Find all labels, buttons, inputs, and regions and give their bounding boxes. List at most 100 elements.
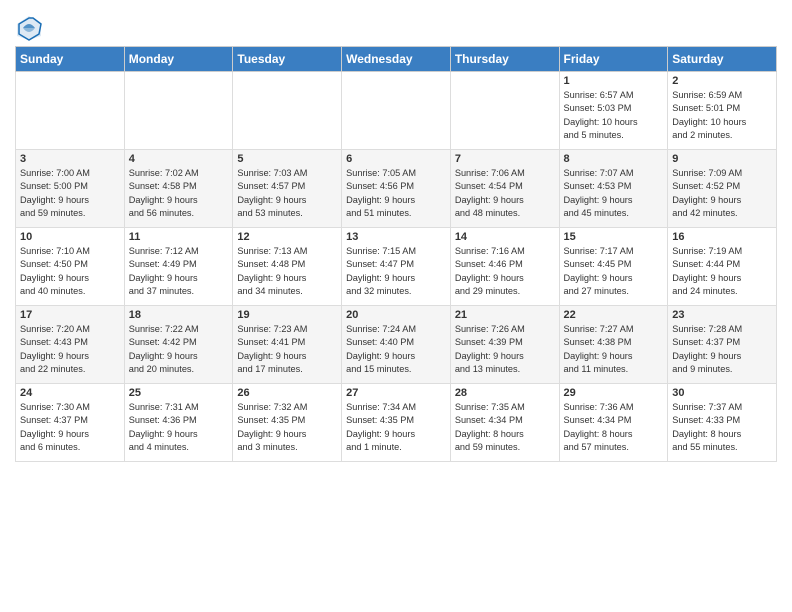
week-row-5: 24 Sunrise: 7:30 AM Sunset: 4:37 PM Dayli… <box>16 384 777 462</box>
calendar-cell: 10 Sunrise: 7:10 AM Sunset: 4:50 PM Dayli… <box>16 228 125 306</box>
main-container: SundayMondayTuesdayWednesdayThursdayFrid… <box>0 0 792 470</box>
day-info: Sunrise: 7:09 AM Sunset: 4:52 PM Dayligh… <box>672 167 772 220</box>
logo-icon <box>15 14 43 42</box>
day-info: Sunrise: 7:22 AM Sunset: 4:42 PM Dayligh… <box>129 323 229 376</box>
calendar-cell <box>342 72 451 150</box>
weekday-header-row: SundayMondayTuesdayWednesdayThursdayFrid… <box>16 47 777 72</box>
calendar-cell: 5 Sunrise: 7:03 AM Sunset: 4:57 PM Daylig… <box>233 150 342 228</box>
day-number: 26 <box>237 387 337 399</box>
day-number: 13 <box>346 231 446 243</box>
day-info: Sunrise: 7:27 AM Sunset: 4:38 PM Dayligh… <box>564 323 664 376</box>
day-number: 7 <box>455 153 555 165</box>
day-info: Sunrise: 7:34 AM Sunset: 4:35 PM Dayligh… <box>346 401 446 454</box>
day-info: Sunrise: 7:02 AM Sunset: 4:58 PM Dayligh… <box>129 167 229 220</box>
day-info: Sunrise: 7:15 AM Sunset: 4:47 PM Dayligh… <box>346 245 446 298</box>
day-number: 17 <box>20 309 120 321</box>
calendar-cell: 25 Sunrise: 7:31 AM Sunset: 4:36 PM Dayli… <box>124 384 233 462</box>
calendar-cell: 7 Sunrise: 7:06 AM Sunset: 4:54 PM Daylig… <box>450 150 559 228</box>
day-number: 24 <box>20 387 120 399</box>
calendar-cell: 23 Sunrise: 7:28 AM Sunset: 4:37 PM Dayli… <box>668 306 777 384</box>
day-number: 12 <box>237 231 337 243</box>
day-info: Sunrise: 7:30 AM Sunset: 4:37 PM Dayligh… <box>20 401 120 454</box>
day-number: 19 <box>237 309 337 321</box>
calendar-cell: 1 Sunrise: 6:57 AM Sunset: 5:03 PM Daylig… <box>559 72 668 150</box>
day-number: 22 <box>564 309 664 321</box>
day-info: Sunrise: 7:03 AM Sunset: 4:57 PM Dayligh… <box>237 167 337 220</box>
calendar-cell: 13 Sunrise: 7:15 AM Sunset: 4:47 PM Dayli… <box>342 228 451 306</box>
day-number: 8 <box>564 153 664 165</box>
calendar-cell: 28Sunrise: 7:35 AM Sunset: 4:34 PM Dayli… <box>450 384 559 462</box>
day-number: 25 <box>129 387 229 399</box>
day-info: Sunrise: 7:36 AM Sunset: 4:34 PM Dayligh… <box>564 401 664 454</box>
calendar-cell: 14Sunrise: 7:16 AM Sunset: 4:46 PM Dayli… <box>450 228 559 306</box>
day-info: Sunrise: 6:59 AM Sunset: 5:01 PM Dayligh… <box>672 89 772 142</box>
day-number: 6 <box>346 153 446 165</box>
week-row-1: 1 Sunrise: 6:57 AM Sunset: 5:03 PM Daylig… <box>16 72 777 150</box>
day-info: Sunrise: 7:24 AM Sunset: 4:40 PM Dayligh… <box>346 323 446 376</box>
weekday-header-tuesday: Tuesday <box>233 47 342 72</box>
day-info: Sunrise: 6:57 AM Sunset: 5:03 PM Dayligh… <box>564 89 664 142</box>
week-row-3: 10 Sunrise: 7:10 AM Sunset: 4:50 PM Dayli… <box>16 228 777 306</box>
day-number: 21 <box>455 309 555 321</box>
day-info: Sunrise: 7:00 AM Sunset: 5:00 PM Dayligh… <box>20 167 120 220</box>
day-info: Sunrise: 7:12 AM Sunset: 4:49 PM Dayligh… <box>129 245 229 298</box>
day-info: Sunrise: 7:20 AM Sunset: 4:43 PM Dayligh… <box>20 323 120 376</box>
day-number: 9 <box>672 153 772 165</box>
calendar-cell <box>233 72 342 150</box>
day-number: 20 <box>346 309 446 321</box>
calendar-cell: 19 Sunrise: 7:23 AM Sunset: 4:41 PM Dayli… <box>233 306 342 384</box>
week-row-2: 3 Sunrise: 7:00 AM Sunset: 5:00 PM Daylig… <box>16 150 777 228</box>
calendar-cell: 6 Sunrise: 7:05 AM Sunset: 4:56 PM Daylig… <box>342 150 451 228</box>
calendar-cell: 26 Sunrise: 7:32 AM Sunset: 4:35 PM Dayli… <box>233 384 342 462</box>
day-info: Sunrise: 7:16 AM Sunset: 4:46 PM Dayligh… <box>455 245 555 298</box>
day-number: 3 <box>20 153 120 165</box>
day-info: Sunrise: 7:06 AM Sunset: 4:54 PM Dayligh… <box>455 167 555 220</box>
day-info: Sunrise: 7:35 AM Sunset: 4:34 PM Dayligh… <box>455 401 555 454</box>
weekday-header-saturday: Saturday <box>668 47 777 72</box>
calendar-table: SundayMondayTuesdayWednesdayThursdayFrid… <box>15 46 777 462</box>
day-number: 10 <box>20 231 120 243</box>
day-number: 30 <box>672 387 772 399</box>
calendar-cell: 16 Sunrise: 7:19 AM Sunset: 4:44 PM Dayli… <box>668 228 777 306</box>
day-info: Sunrise: 7:23 AM Sunset: 4:41 PM Dayligh… <box>237 323 337 376</box>
page-header <box>15 10 777 42</box>
day-info: Sunrise: 7:07 AM Sunset: 4:53 PM Dayligh… <box>564 167 664 220</box>
weekday-header-sunday: Sunday <box>16 47 125 72</box>
day-info: Sunrise: 7:10 AM Sunset: 4:50 PM Dayligh… <box>20 245 120 298</box>
day-info: Sunrise: 7:26 AM Sunset: 4:39 PM Dayligh… <box>455 323 555 376</box>
calendar-cell: 2 Sunrise: 6:59 AM Sunset: 5:01 PM Daylig… <box>668 72 777 150</box>
day-number: 29 <box>564 387 664 399</box>
day-number: 15 <box>564 231 664 243</box>
calendar-cell: 20 Sunrise: 7:24 AM Sunset: 4:40 PM Dayli… <box>342 306 451 384</box>
calendar-cell: 8 Sunrise: 7:07 AM Sunset: 4:53 PM Daylig… <box>559 150 668 228</box>
day-info: Sunrise: 7:28 AM Sunset: 4:37 PM Dayligh… <box>672 323 772 376</box>
day-info: Sunrise: 7:37 AM Sunset: 4:33 PM Dayligh… <box>672 401 772 454</box>
day-number: 5 <box>237 153 337 165</box>
calendar-cell: 24 Sunrise: 7:30 AM Sunset: 4:37 PM Dayli… <box>16 384 125 462</box>
day-number: 23 <box>672 309 772 321</box>
weekday-header-friday: Friday <box>559 47 668 72</box>
day-info: Sunrise: 7:31 AM Sunset: 4:36 PM Dayligh… <box>129 401 229 454</box>
calendar-cell: 11 Sunrise: 7:12 AM Sunset: 4:49 PM Dayli… <box>124 228 233 306</box>
calendar-cell: 18Sunrise: 7:22 AM Sunset: 4:42 PM Dayli… <box>124 306 233 384</box>
day-number: 4 <box>129 153 229 165</box>
day-number: 27 <box>346 387 446 399</box>
day-number: 1 <box>564 75 664 87</box>
day-number: 11 <box>129 231 229 243</box>
calendar-cell <box>450 72 559 150</box>
day-number: 2 <box>672 75 772 87</box>
week-row-4: 17 Sunrise: 7:20 AM Sunset: 4:43 PM Dayli… <box>16 306 777 384</box>
day-info: Sunrise: 7:32 AM Sunset: 4:35 PM Dayligh… <box>237 401 337 454</box>
day-info: Sunrise: 7:13 AM Sunset: 4:48 PM Dayligh… <box>237 245 337 298</box>
day-number: 16 <box>672 231 772 243</box>
weekday-header-wednesday: Wednesday <box>342 47 451 72</box>
calendar-cell: 12 Sunrise: 7:13 AM Sunset: 4:48 PM Dayli… <box>233 228 342 306</box>
weekday-header-monday: Monday <box>124 47 233 72</box>
day-info: Sunrise: 7:19 AM Sunset: 4:44 PM Dayligh… <box>672 245 772 298</box>
day-info: Sunrise: 7:05 AM Sunset: 4:56 PM Dayligh… <box>346 167 446 220</box>
calendar-cell: 30 Sunrise: 7:37 AM Sunset: 4:33 PM Dayli… <box>668 384 777 462</box>
calendar-cell: 15Sunrise: 7:17 AM Sunset: 4:45 PM Dayli… <box>559 228 668 306</box>
calendar-cell: 22 Sunrise: 7:27 AM Sunset: 4:38 PM Dayli… <box>559 306 668 384</box>
calendar-cell: 4 Sunrise: 7:02 AM Sunset: 4:58 PM Daylig… <box>124 150 233 228</box>
calendar-cell: 29 Sunrise: 7:36 AM Sunset: 4:34 PM Dayli… <box>559 384 668 462</box>
